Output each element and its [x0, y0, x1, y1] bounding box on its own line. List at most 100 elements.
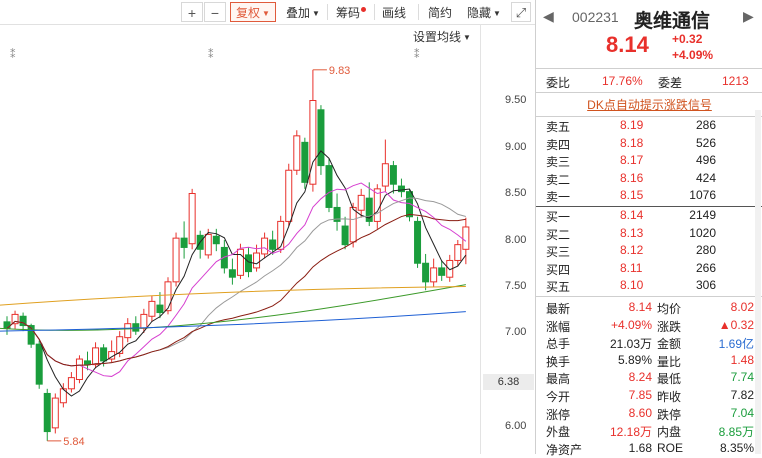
order-price: 8.14	[620, 208, 644, 222]
order-row[interactable]: 买二 8.13 1020	[536, 226, 762, 243]
next-stock-icon[interactable]: ▶	[743, 8, 754, 25]
dk-signal-link[interactable]: DK点自动提示涨跌信号	[536, 95, 762, 115]
expand-icon[interactable]: ⤢	[511, 2, 531, 22]
panel-scrollbar[interactable]	[755, 110, 761, 454]
candle-body	[277, 220, 285, 250]
event-marker-icon: ⁑	[10, 48, 16, 61]
stat-value: 8.85万	[718, 425, 754, 440]
order-row[interactable]: 卖三 8.17 496	[536, 153, 762, 170]
candle-body	[35, 343, 43, 385]
stat-value: 8.24	[628, 370, 652, 385]
candle-body	[454, 244, 462, 261]
order-row[interactable]: 卖四 8.18 526	[536, 136, 762, 153]
stat-value: +4.09%	[610, 317, 652, 332]
order-volume: 496	[695, 153, 716, 167]
order-level-label: 买四	[546, 262, 571, 277]
high-price-label: 9.83	[329, 65, 350, 77]
stat-label: 最新	[546, 302, 571, 316]
stat-label: 昨收	[657, 390, 682, 404]
order-row[interactable]: 买五 8.10 306	[536, 278, 762, 295]
divider	[536, 116, 762, 117]
order-price: 8.12	[620, 243, 644, 257]
stock-code: 002231	[572, 9, 619, 25]
last-price: 8.14	[606, 32, 649, 57]
order-volume: 266	[695, 260, 716, 275]
zoom-in-button[interactable]: +	[181, 2, 203, 22]
stat-value: 1.68	[628, 440, 652, 455]
quote-panel: ◀ 002231 奥维通信 ▶ 8.14 +0.32 +4.09% 委比 17.…	[535, 0, 762, 457]
candle-body	[301, 141, 309, 183]
order-level-label: 买一	[546, 210, 571, 224]
candle-body	[67, 377, 75, 390]
toolbar-divider	[374, 4, 375, 20]
order-level-label: 卖一	[546, 190, 571, 204]
yincang-button[interactable]: 隐藏 ▼	[464, 2, 504, 22]
stat-label: 涨跌	[657, 319, 682, 334]
order-row[interactable]: 卖二 8.16 424	[536, 171, 762, 188]
candle-body	[285, 169, 293, 222]
low-price-label: 5.84	[63, 436, 84, 448]
candle-body	[430, 267, 438, 283]
diejia-button[interactable]: 叠加 ▼	[281, 2, 325, 22]
stat-label: 最低	[657, 372, 682, 387]
order-price: 8.17	[620, 153, 644, 167]
stat-row: 今开 7.85 昨收 7.82	[536, 388, 762, 405]
candle-body	[414, 220, 422, 264]
candle-body	[349, 206, 357, 243]
kline-chart[interactable]: 9.83 5.84 ⁑ ⁑ ⁑ 设置均线 ▼	[0, 0, 480, 454]
stat-row: 总手 21.03万 金额 1.69亿	[536, 335, 762, 352]
order-volume: 1020	[689, 225, 716, 240]
candle-body	[341, 225, 349, 246]
stat-label: 今开	[546, 390, 571, 404]
ma120-line	[0, 311, 466, 332]
candle-body	[156, 304, 164, 314]
order-row[interactable]: 买四 8.11 266	[536, 261, 762, 278]
stat-value: 7.85	[628, 388, 652, 402]
stat-label: 换手	[546, 354, 571, 369]
candle-body	[438, 267, 446, 276]
y-tick-label: 8.50	[505, 187, 527, 199]
candle-body	[253, 252, 261, 269]
fuquan-button[interactable]: 复权 ▼	[230, 2, 276, 22]
candle-body	[212, 235, 220, 245]
ma250-line	[0, 286, 466, 306]
event-marker-icon: ⁑	[414, 48, 420, 61]
order-row[interactable]: 买一 8.14 2149	[536, 208, 762, 225]
order-price: 8.16	[620, 170, 644, 185]
stat-row: 净资产 1.68 ROE 8.35%	[536, 441, 762, 458]
order-level-label: 买三	[546, 245, 571, 259]
candle-body	[422, 262, 430, 283]
stat-row: 外盘 12.18万 内盘 8.85万	[536, 423, 762, 440]
jianyue-button[interactable]: 简约	[424, 2, 456, 22]
order-row[interactable]: 卖一 8.15 1076	[536, 188, 762, 205]
prev-stock-icon[interactable]: ◀	[543, 8, 554, 25]
candle-body	[164, 281, 172, 312]
stat-value: 8.60	[628, 405, 652, 420]
stat-value: 8.35%	[719, 440, 754, 455]
stat-label: 涨幅	[546, 319, 571, 334]
order-row[interactable]: 卖五 8.19 286	[536, 118, 762, 135]
order-row[interactable]: 买三 8.12 280	[536, 243, 762, 260]
order-volume: 306	[695, 278, 716, 292]
weibi-label: 委比	[546, 76, 571, 90]
stat-value: 7.74	[730, 370, 754, 385]
stat-label: 总手	[546, 337, 571, 352]
candle-body	[84, 360, 91, 366]
order-level-label: 卖三	[546, 155, 571, 169]
order-level-label: 卖四	[546, 137, 571, 152]
avg-setting-dropdown[interactable]: 设置均线 ▼	[413, 28, 471, 45]
candle-body	[245, 254, 252, 273]
kline-svg: 9.83 5.84 ⁑ ⁑ ⁑	[0, 48, 470, 448]
stat-value: 8.02	[730, 300, 754, 314]
divider	[536, 206, 762, 207]
candle-body	[124, 323, 132, 339]
chouma-button[interactable]: 筹码	[332, 2, 370, 22]
crosshair-price-tag: 6.38	[483, 374, 534, 390]
y-tick-label: 8.00	[505, 234, 527, 246]
weicha-label: 委差	[658, 76, 683, 90]
huaxian-button[interactable]: 画线	[378, 2, 410, 22]
zoom-out-button[interactable]: −	[204, 2, 226, 22]
candle-body	[140, 313, 148, 329]
candle-body	[269, 239, 277, 250]
candle-body	[381, 163, 389, 187]
